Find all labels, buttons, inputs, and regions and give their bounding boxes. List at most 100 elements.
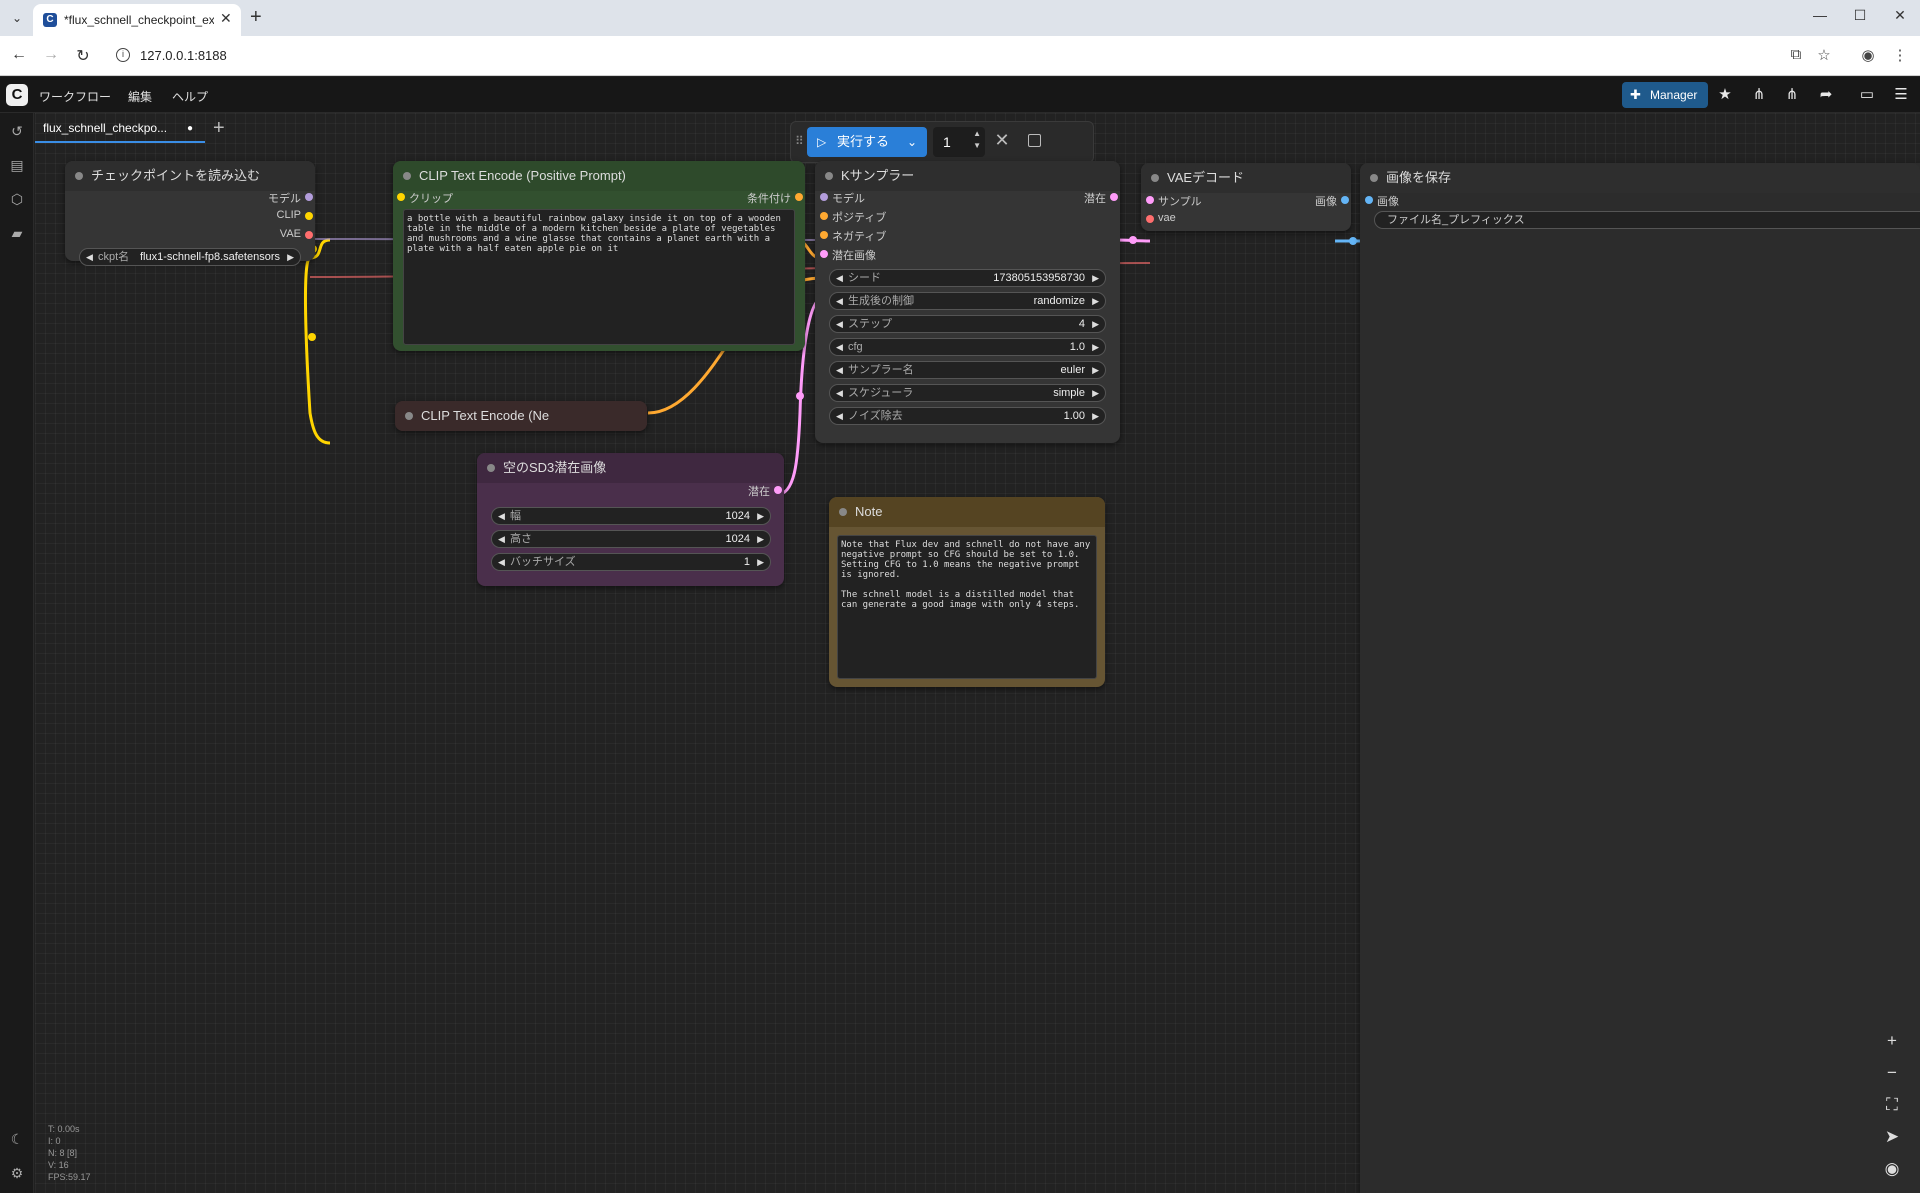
left-arrow-icon[interactable]: ◀ bbox=[86, 249, 93, 265]
left-arrow-icon[interactable]: ◀ bbox=[498, 508, 505, 524]
right-arrow-icon[interactable]: ▶ bbox=[757, 554, 764, 570]
model-library-icon[interactable]: ⬡ bbox=[7, 191, 27, 208]
history-icon[interactable]: ↺ bbox=[7, 123, 27, 140]
node-vae-decode[interactable]: VAEデコード サンプル vae 画像 bbox=[1141, 163, 1351, 231]
back-icon[interactable]: ← bbox=[9, 46, 29, 64]
left-arrow-icon[interactable]: ◀ bbox=[498, 531, 505, 547]
select-mode-icon[interactable]: ➤ bbox=[1879, 1127, 1905, 1147]
steps-widget[interactable]: ◀ ステップ 4 ▶ bbox=[829, 315, 1106, 333]
node-title[interactable]: 空のSD3潜在画像 bbox=[477, 453, 784, 483]
control-after-generate-widget[interactable]: ◀ 生成後の制御 randomize ▶ bbox=[829, 292, 1106, 310]
panel-toggle-icon[interactable]: ▭ bbox=[1857, 85, 1877, 103]
node-clip-negative[interactable]: CLIP Text Encode (Ne bbox=[395, 401, 647, 431]
collapse-dot-icon[interactable] bbox=[403, 172, 411, 180]
tab-close-icon[interactable]: ✕ bbox=[220, 10, 232, 27]
drag-handle-icon[interactable]: ⠿ bbox=[795, 134, 804, 148]
node-title[interactable]: VAEデコード bbox=[1141, 163, 1351, 193]
denoise-widget[interactable]: ◀ ノイズ除去 1.00 ▶ bbox=[829, 407, 1106, 425]
new-tab-icon[interactable]: + bbox=[250, 6, 262, 29]
add-workflow-icon[interactable]: + bbox=[213, 117, 225, 140]
comfy-logo-icon[interactable]: C bbox=[6, 84, 28, 106]
slot-dot[interactable] bbox=[1146, 215, 1154, 223]
profile-icon[interactable]: ◉ bbox=[1858, 46, 1878, 64]
output-model[interactable]: モデル bbox=[268, 190, 313, 206]
workflow-tab[interactable]: flux_schnell_checkpo... ● bbox=[35, 113, 205, 143]
menu-help[interactable]: ヘルプ bbox=[172, 88, 208, 105]
node-empty-latent[interactable]: 空のSD3潜在画像 潜在 ◀ 幅 1024 ▶ ◀ 高さ 1024 ▶ ◀ バッ… bbox=[477, 453, 784, 586]
node-icon-a[interactable]: ⋔ bbox=[1749, 85, 1769, 103]
output-vae[interactable]: VAE bbox=[280, 228, 313, 240]
collapse-dot-icon[interactable] bbox=[1151, 174, 1159, 182]
share-icon[interactable]: ➦ bbox=[1816, 85, 1836, 103]
menu-edit[interactable]: 編集 bbox=[128, 88, 152, 105]
node-note[interactable]: Note Note that Flux dev and schnell do n… bbox=[829, 497, 1105, 687]
maximize-icon[interactable]: ☐ bbox=[1850, 7, 1870, 24]
output-image[interactable]: 画像 bbox=[1315, 193, 1349, 209]
zoom-in-icon[interactable]: + bbox=[1879, 1031, 1905, 1051]
node-title[interactable]: CLIP Text Encode (Positive Prompt) bbox=[393, 161, 805, 191]
browser-tab[interactable]: C *flux_schnell_checkpoint_example ✕ bbox=[33, 4, 241, 36]
menu-workflow[interactable]: ワークフロー bbox=[39, 88, 111, 105]
browser-menu-icon[interactable]: ⋮ bbox=[1890, 46, 1910, 64]
workflows-folder-icon[interactable]: ▰ bbox=[7, 225, 27, 242]
slot-dot[interactable] bbox=[820, 193, 828, 201]
left-arrow-icon[interactable]: ◀ bbox=[836, 293, 843, 309]
input-images[interactable]: 画像 bbox=[1365, 193, 1399, 209]
bookmark-star-icon[interactable]: ☆ bbox=[1814, 46, 1834, 64]
left-arrow-icon[interactable]: ◀ bbox=[836, 339, 843, 355]
theme-toggle-icon[interactable]: ☾ bbox=[7, 1131, 27, 1148]
left-arrow-icon[interactable]: ◀ bbox=[498, 554, 505, 570]
seed-widget[interactable]: ◀ シード 173805153958730 ▶ bbox=[829, 269, 1106, 287]
slot-dot[interactable] bbox=[820, 250, 828, 258]
input-model[interactable]: モデル bbox=[820, 190, 865, 206]
collapse-dot-icon[interactable] bbox=[405, 412, 413, 420]
node-save-image[interactable]: 画像を保存 画像 ファイル名_プレフィックス bbox=[1360, 163, 1920, 1193]
manager-button[interactable]: ✚ Manager bbox=[1622, 82, 1708, 108]
slot-dot[interactable] bbox=[1110, 193, 1118, 201]
slot-dot[interactable] bbox=[397, 193, 405, 201]
sampler-name-widget[interactable]: ◀ サンプラー名 euler ▶ bbox=[829, 361, 1106, 379]
right-arrow-icon[interactable]: ▶ bbox=[1092, 316, 1099, 332]
queue-icon[interactable]: ▤ bbox=[7, 157, 27, 174]
width-widget[interactable]: ◀ 幅 1024 ▶ bbox=[491, 507, 771, 525]
right-arrow-icon[interactable]: ▶ bbox=[1092, 339, 1099, 355]
collapse-dot-icon[interactable] bbox=[839, 508, 847, 516]
slot-dot[interactable] bbox=[820, 231, 828, 239]
minimize-icon[interactable]: — bbox=[1810, 7, 1830, 23]
left-arrow-icon[interactable]: ◀ bbox=[836, 385, 843, 401]
left-arrow-icon[interactable]: ◀ bbox=[836, 362, 843, 378]
prompt-textarea[interactable]: a bottle with a beautiful rainbow galaxy… bbox=[403, 209, 795, 345]
stepper-arrows-icon[interactable]: ▲ ▼ bbox=[973, 128, 981, 152]
cfg-widget[interactable]: ◀ cfg 1.0 ▶ bbox=[829, 338, 1106, 356]
scheduler-widget[interactable]: ◀ スケジューラ simple ▶ bbox=[829, 384, 1106, 402]
slot-dot[interactable] bbox=[305, 193, 313, 201]
left-arrow-icon[interactable]: ◀ bbox=[836, 316, 843, 332]
left-arrow-icon[interactable]: ◀ bbox=[836, 270, 843, 286]
node-ksampler[interactable]: Kサンプラー モデル ポジティブ ネガティブ 潜在画像 潜在 ◀ シード 173… bbox=[815, 161, 1120, 443]
slot-dot[interactable] bbox=[1341, 196, 1349, 204]
input-samples[interactable]: サンプル bbox=[1146, 193, 1202, 209]
output-clip[interactable]: CLIP bbox=[277, 209, 313, 221]
slot-dot[interactable] bbox=[820, 212, 828, 220]
input-clip[interactable]: クリップ bbox=[397, 190, 453, 206]
tab-search-icon[interactable]: ⌄ bbox=[6, 7, 28, 29]
right-arrow-icon[interactable]: ▶ bbox=[1092, 385, 1099, 401]
forward-icon[interactable]: → bbox=[41, 46, 61, 64]
node-title[interactable]: Note bbox=[829, 497, 1105, 527]
right-arrow-icon[interactable]: ▶ bbox=[287, 249, 294, 265]
filename-prefix-widget[interactable]: ファイル名_プレフィックス bbox=[1374, 211, 1920, 229]
output-conditioning[interactable]: 条件付け bbox=[747, 190, 803, 206]
node-title[interactable]: チェックポイントを読み込む bbox=[65, 161, 315, 191]
collapse-dot-icon[interactable] bbox=[487, 464, 495, 472]
run-options-chevron-icon[interactable]: ⌄ bbox=[907, 127, 917, 157]
site-info-icon[interactable]: i bbox=[116, 48, 130, 62]
cancel-icon[interactable]: ✕ bbox=[991, 130, 1013, 151]
run-button[interactable]: ▷ 実行する ⌄ bbox=[807, 127, 927, 157]
node-clip-positive[interactable]: CLIP Text Encode (Positive Prompt) クリップ … bbox=[393, 161, 805, 351]
slot-dot[interactable] bbox=[1365, 196, 1373, 204]
ckpt-name-widget[interactable]: ◀ ckpt名 flux1-schnell-fp8.safetensors ▶ bbox=[79, 248, 301, 266]
collapse-dot-icon[interactable] bbox=[1370, 174, 1378, 182]
node-icon-b[interactable]: ⋔ bbox=[1782, 85, 1802, 103]
right-arrow-icon[interactable]: ▶ bbox=[757, 531, 764, 547]
zoom-out-icon[interactable]: − bbox=[1879, 1063, 1905, 1083]
